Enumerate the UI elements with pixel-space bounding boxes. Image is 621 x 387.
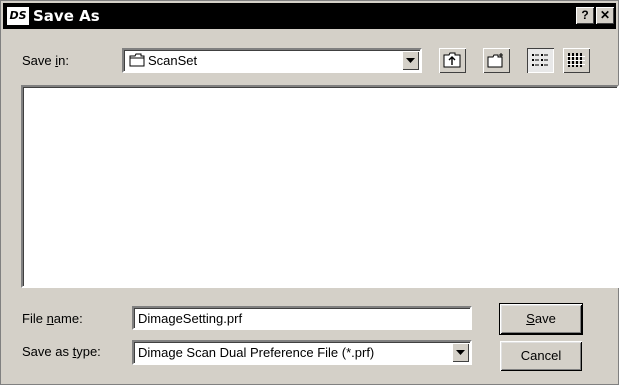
up-one-level-button[interactable] [439, 48, 466, 73]
save-in-dropdown-arrow[interactable] [402, 51, 419, 70]
details-view-button[interactable] [563, 48, 590, 73]
file-name-input[interactable] [136, 309, 470, 327]
cancel-button[interactable]: Cancel [500, 341, 582, 371]
save-as-dialog: DS Save As ? ✕ Save in: ScanSet File nam… [0, 0, 619, 385]
save-as-type-label: Save as type: [22, 344, 101, 359]
save-in-label: Save in: [22, 53, 69, 68]
new-folder-button[interactable] [483, 48, 510, 73]
window-title: Save As [33, 7, 100, 25]
save-in-dropdown[interactable]: ScanSet [122, 48, 422, 73]
title-bar[interactable]: DS Save As ? ✕ [3, 3, 616, 29]
chevron-down-icon [406, 58, 415, 63]
file-name-label: File name: [22, 311, 83, 326]
app-icon: DS [7, 7, 29, 25]
chevron-down-icon [456, 350, 465, 355]
new-folder-icon [487, 53, 503, 68]
list-view-button[interactable] [527, 48, 554, 73]
folder-icon [129, 53, 145, 70]
save-as-type-dropdown-arrow[interactable] [452, 343, 469, 362]
help-button[interactable]: ? [576, 7, 594, 24]
save-as-type-dropdown[interactable]: Dimage Scan Dual Preference File (*.prf) [132, 340, 472, 365]
details-view-icon [567, 53, 585, 67]
save-as-type-value: Dimage Scan Dual Preference File (*.prf) [138, 345, 375, 360]
close-button[interactable]: ✕ [596, 7, 614, 24]
list-view-icon [532, 54, 548, 66]
file-list[interactable] [21, 85, 619, 288]
up-one-level-icon [443, 52, 461, 68]
save-button[interactable]: Save [499, 303, 583, 335]
save-in-value: ScanSet [148, 53, 198, 68]
file-name-field[interactable] [132, 306, 472, 330]
